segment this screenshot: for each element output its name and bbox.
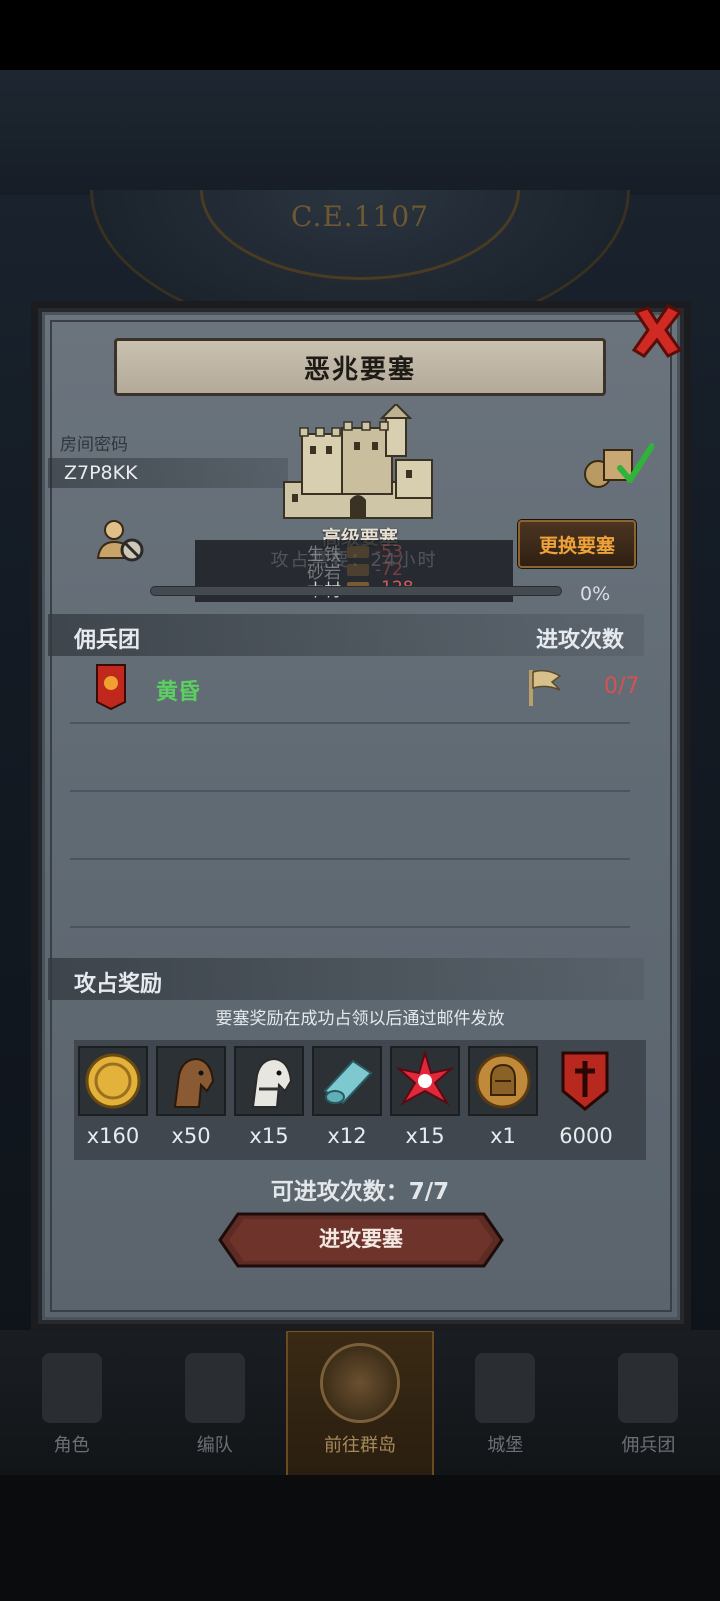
nav-item-formation[interactable]: 编队 (143, 1330, 286, 1475)
reward-quantity: x12 (327, 1124, 367, 1148)
brown-horse-icon (173, 1057, 215, 1108)
compass-map-icon (320, 1343, 400, 1423)
background-band (0, 70, 720, 195)
reward-quantity: x15 (249, 1124, 289, 1148)
armor-icon (184, 1353, 245, 1423)
reward-item[interactable]: x50 (156, 1046, 226, 1148)
rewards-strip: x160 x50 x15 x12 x15 x1 6000 (74, 1040, 646, 1160)
close-icon (631, 304, 683, 358)
close-button[interactable] (628, 302, 686, 360)
row-divider (70, 722, 630, 724)
guild-attack-count: 0/7 (604, 674, 640, 699)
bottom-safe-area (0, 1475, 720, 1601)
reward-item[interactable]: x15 (390, 1046, 460, 1148)
change-fortress-button[interactable]: 更换要塞 (518, 520, 636, 568)
supply-checked-icon (584, 443, 654, 488)
reward-quantity: x15 (405, 1124, 445, 1148)
resource-value: -72 (375, 560, 403, 580)
guild-banner-icon (96, 664, 126, 710)
era-year-label: C.E.1107 (291, 200, 429, 233)
dialog-title: 恶兆要塞 (303, 354, 416, 385)
nav-item-mercenary[interactable]: 佣兵团 (577, 1330, 720, 1475)
nav-label: 前往群岛 (324, 1435, 396, 1456)
row-divider (70, 790, 630, 792)
tower-icon (618, 1353, 679, 1423)
nav-label: 城堡 (487, 1435, 524, 1456)
reward-item[interactable]: 6000 (550, 1046, 622, 1148)
guild-row[interactable]: 黄昏 0/7 (48, 660, 644, 720)
knight-icon (41, 1353, 102, 1423)
title-plate: 恶兆要塞 (114, 338, 606, 396)
reward-note: 要塞奖励在成功占领以后通过邮件发放 (215, 1009, 505, 1029)
occupy-progress-bar (150, 586, 562, 596)
nav-item-castle[interactable]: 城堡 (434, 1330, 577, 1475)
castle-icon (283, 404, 433, 519)
sandstone-icon (347, 564, 369, 576)
attack-fortress-button[interactable]: 进攻要塞 (218, 1212, 504, 1268)
mercenary-header-label: 佣兵团 (74, 628, 141, 653)
white-horse-icon (251, 1057, 293, 1108)
status-bar-area (0, 0, 720, 70)
row-divider (70, 926, 630, 928)
room-password-value[interactable]: Z7P8KK (48, 458, 288, 488)
attempts-remaining: 可进攻次数：7/7 (270, 1179, 450, 1205)
reward-quantity: x1 (490, 1124, 516, 1148)
reward-quantity: 6000 (559, 1124, 613, 1148)
reward-item[interactable]: x12 (312, 1046, 382, 1148)
nav-label: 角色 (53, 1435, 90, 1456)
reward-header-label: 攻占奖励 (74, 972, 163, 997)
gold-coin-icon (85, 1053, 141, 1109)
nav-label: 佣兵团 (621, 1435, 676, 1456)
progress-percent: 0% (580, 583, 611, 605)
red-star-gem-icon (395, 1051, 455, 1106)
nav-label: 编队 (196, 1435, 233, 1456)
no-visitor-icon (96, 520, 144, 562)
red-shield-banner-icon (561, 1051, 609, 1111)
helmet-medal-icon (475, 1053, 531, 1109)
attack-fortress-label: 进攻要塞 (319, 1228, 403, 1251)
room-password-label: 房间密码 (60, 435, 128, 455)
nav-item-character[interactable]: 角色 (0, 1330, 143, 1475)
nav-item-islands[interactable]: 前往群岛 (286, 1330, 434, 1475)
guild-name: 黄昏 (156, 680, 201, 705)
bottom-nav: 角色 编队 前往群岛 城堡 佣兵团 (0, 1330, 720, 1475)
reward-quantity: x50 (171, 1124, 211, 1148)
reward-item[interactable]: x15 (234, 1046, 304, 1148)
row-divider (70, 858, 630, 860)
resource-value: -53 (375, 542, 403, 562)
iron-icon (347, 546, 369, 558)
flag-icon (529, 669, 562, 706)
reward-item[interactable]: x1 (468, 1046, 538, 1148)
attack-count-header: 进攻次数 (536, 628, 625, 653)
cloth-roll-icon (323, 1059, 373, 1105)
reward-quantity: x160 (86, 1124, 140, 1148)
castle-icon (475, 1353, 536, 1423)
reward-item[interactable]: x160 (78, 1046, 148, 1148)
